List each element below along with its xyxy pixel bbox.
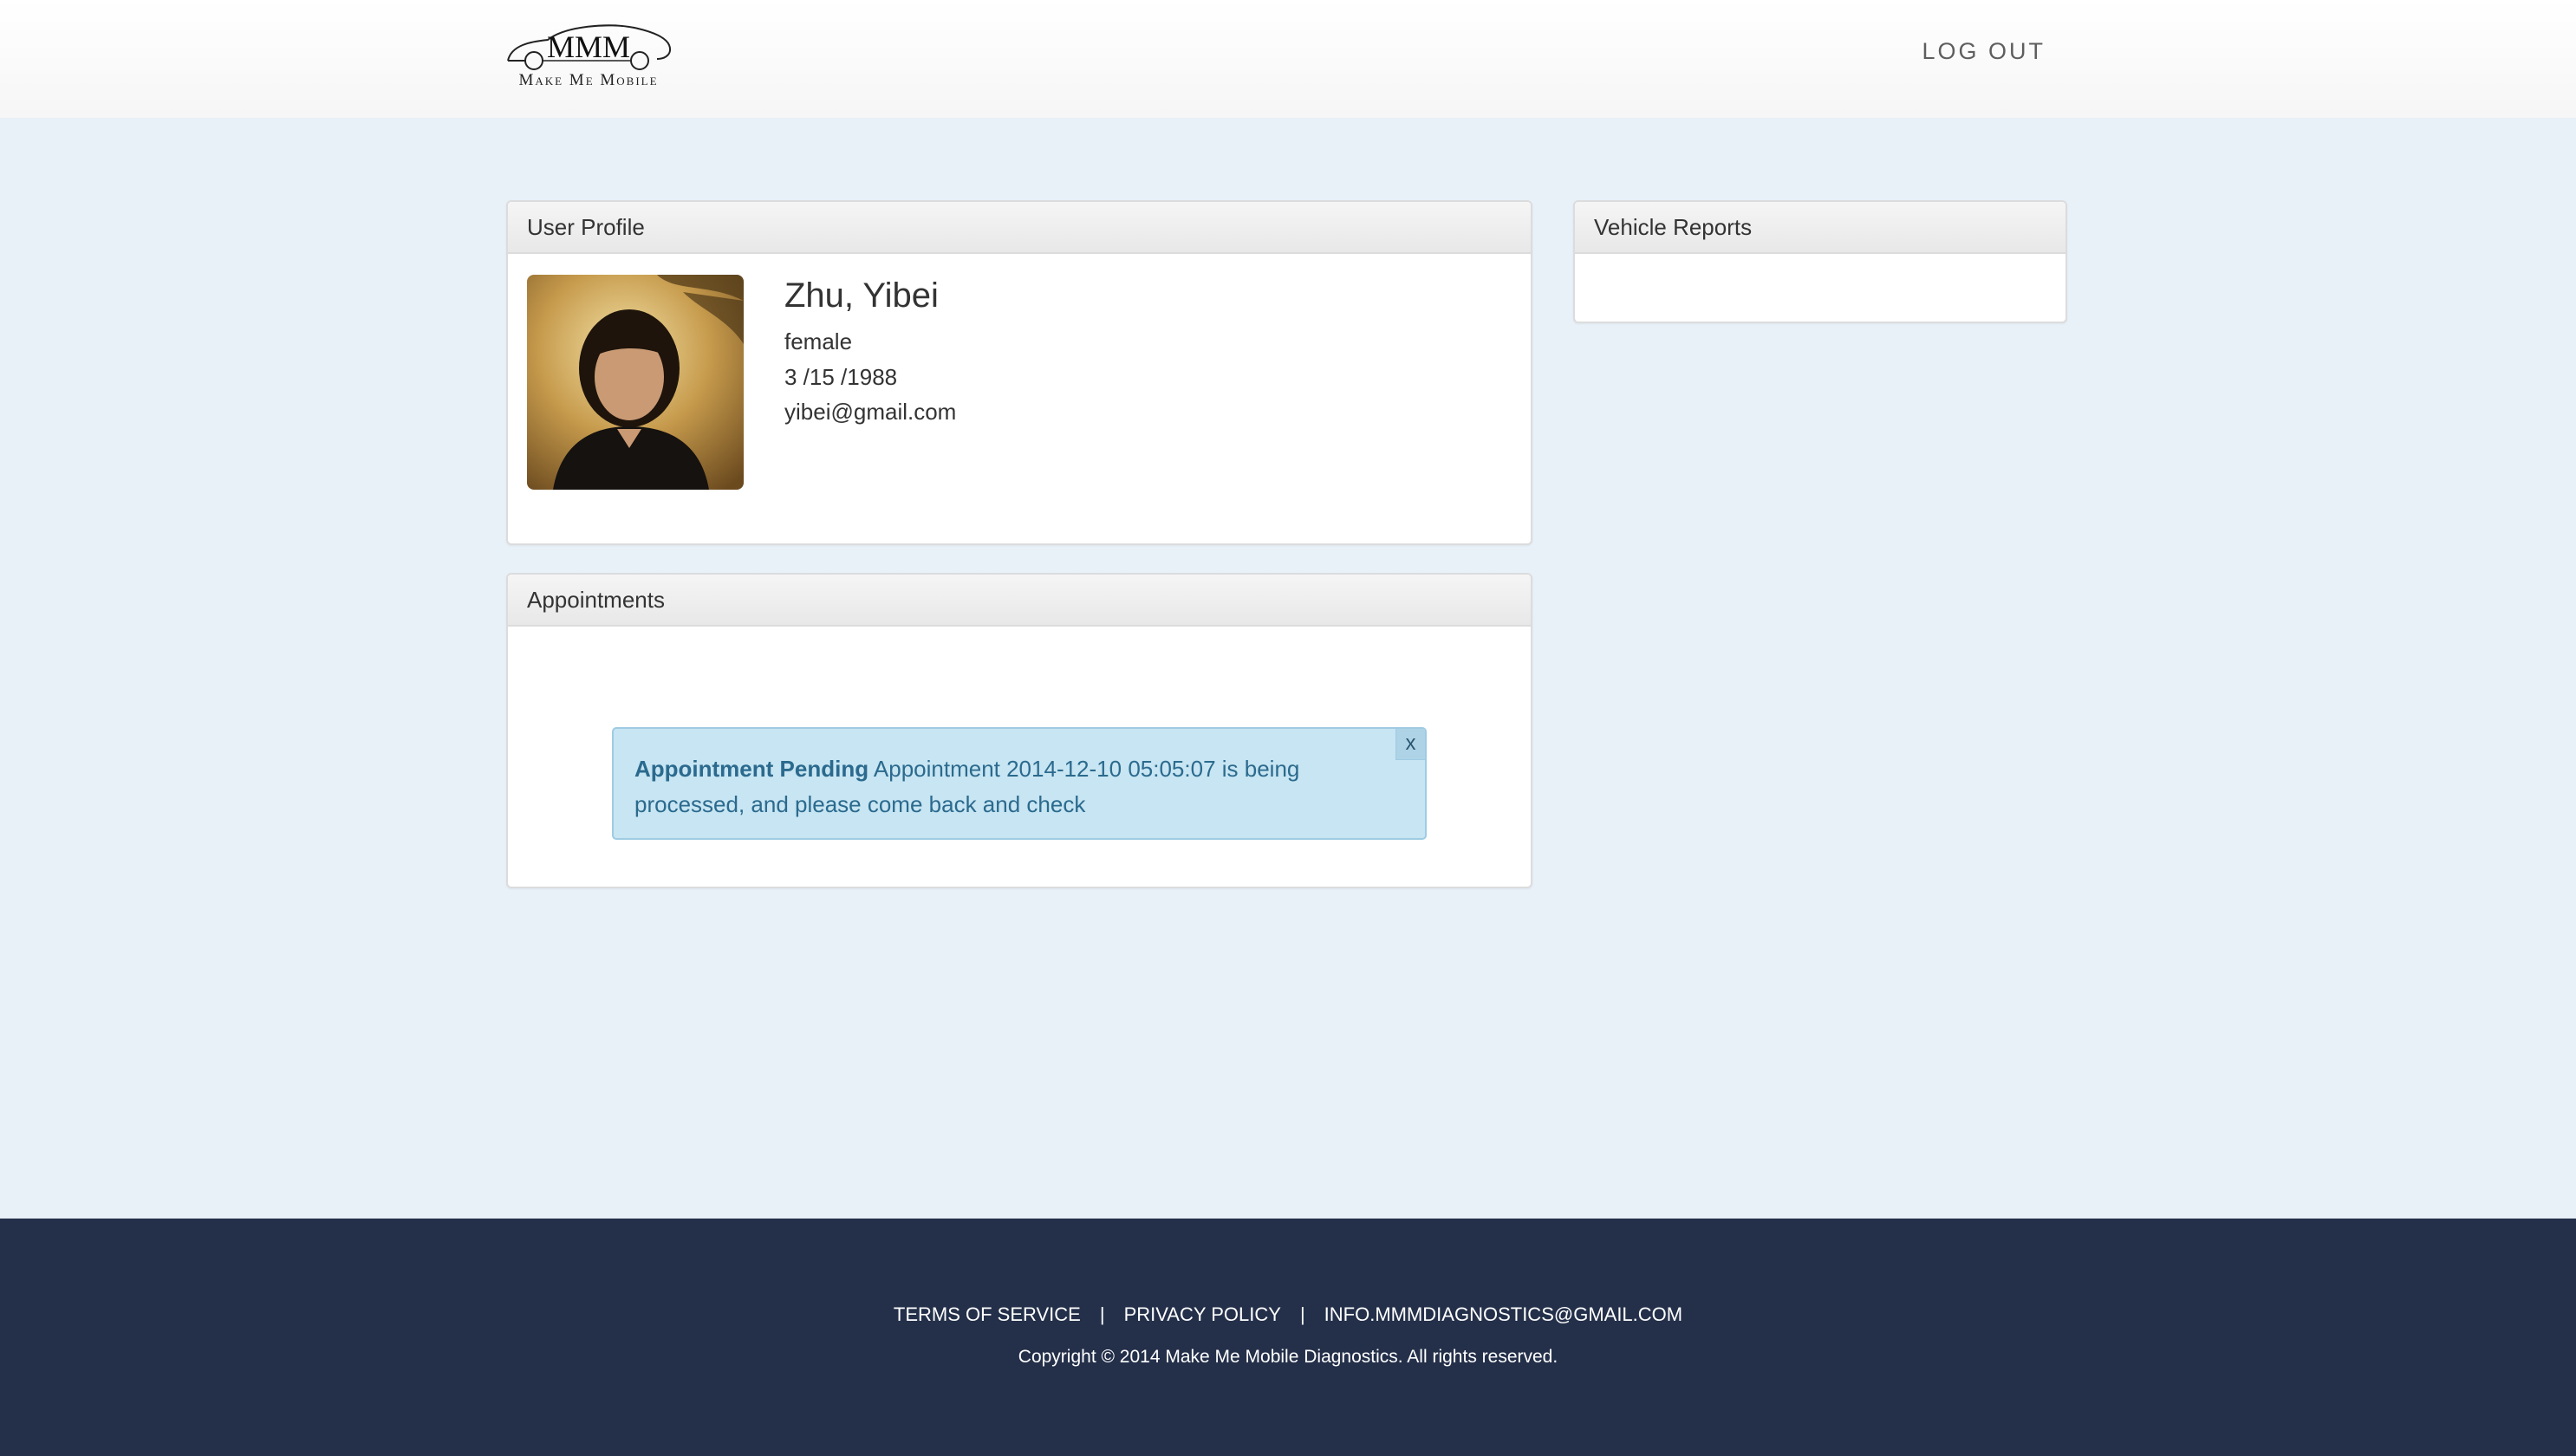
footer-separator: | <box>1099 1303 1105 1325</box>
logout-link[interactable]: LOG OUT <box>1890 38 2046 73</box>
footer-separator: | <box>1299 1303 1305 1325</box>
car-logo-icon: MMM <box>507 24 671 70</box>
vehicle-reports-panel: Vehicle Reports <box>1573 200 2067 323</box>
logo[interactable]: MMM Make Me Mobile <box>504 19 673 90</box>
alert-title: Appointment Pending <box>634 756 869 782</box>
site-footer: TERMS OF SERVICE | PRIVACY POLICY | INFO.MMM… <box>0 1219 2576 1456</box>
logo-text: Make Me Mobile <box>518 71 659 89</box>
avatar <box>527 275 744 490</box>
site-header: MMM Make Me Mobile LOG OUT <box>0 0 2576 118</box>
terms-of-service-link[interactable]: TERMS OF SERVICE <box>894 1303 1081 1325</box>
profile-email: yibei@gmail.com <box>784 399 957 425</box>
panel-title: Appointments <box>508 575 1531 627</box>
profile-gender: female <box>784 328 853 354</box>
contact-email-link[interactable]: INFO.MMMDIAGNOSTICS@GMAIL.COM <box>1324 1303 1682 1325</box>
privacy-policy-link[interactable]: PRIVACY POLICY <box>1124 1303 1281 1325</box>
panel-title: User Profile <box>508 202 1531 254</box>
alert-close-button[interactable]: x <box>1395 729 1425 760</box>
user-profile-panel: User Profile Zhu, Yibei female 3 /15 /19… <box>506 200 1532 545</box>
panel-title: Vehicle Reports <box>1575 202 2065 254</box>
appointment-alert: Appointment Pending Appointment 2014-12-… <box>612 727 1427 840</box>
footer-links: TERMS OF SERVICE | PRIVACY POLICY | INFO.MMM… <box>0 1303 2576 1326</box>
profile-dob: 3 /15 /1988 <box>784 364 898 390</box>
profile-photo-icon <box>527 275 744 490</box>
svg-text:MMM: MMM <box>547 29 630 64</box>
appointments-panel: Appointments Appointment Pending Appoint… <box>506 573 1532 888</box>
profile-name: Zhu, Yibei <box>784 276 939 315</box>
copyright-text: Copyright © 2014 Make Me Mobile Diagnost… <box>1018 1347 1558 1367</box>
